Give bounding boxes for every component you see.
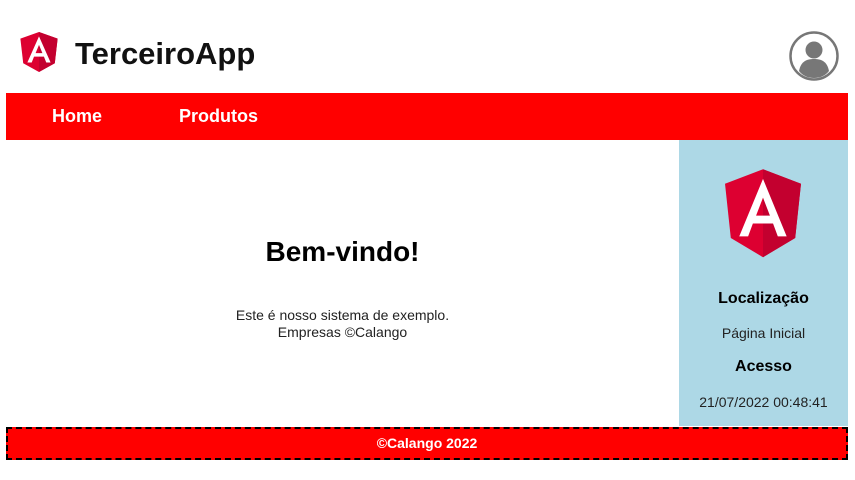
info-sidebar: Localização Página Inicial Acesso 21/07/… bbox=[679, 140, 848, 426]
location-value: Página Inicial bbox=[721, 325, 806, 341]
angular-logo-icon bbox=[725, 169, 801, 258]
page-footer: ©Calango 2022 bbox=[6, 427, 848, 460]
access-value: 21/07/2022 00:48:41 bbox=[699, 394, 828, 410]
description-line-2: Empresas ©Calango bbox=[277, 324, 408, 340]
access-label: Acesso bbox=[735, 358, 792, 375]
description-line-1: Este é nosso sistema de exemplo. bbox=[235, 307, 450, 323]
top-navbar: Home Produtos bbox=[6, 93, 848, 140]
welcome-description: Este é nosso sistema de exemplo. Empresa… bbox=[6, 307, 679, 341]
nav-item-home[interactable]: Home bbox=[52, 93, 102, 140]
nav-item-produtos[interactable]: Produtos bbox=[179, 93, 258, 140]
app-title: TerceiroApp bbox=[75, 36, 256, 71]
angular-logo-icon bbox=[20, 32, 58, 72]
welcome-heading: Bem-vindo! bbox=[265, 236, 420, 267]
main-content: Bem-vindo! Este é nosso sistema de exemp… bbox=[6, 140, 679, 426]
location-label: Localização bbox=[718, 290, 809, 307]
user-avatar-icon[interactable] bbox=[789, 31, 839, 81]
app-header: TerceiroApp bbox=[0, 0, 855, 92]
